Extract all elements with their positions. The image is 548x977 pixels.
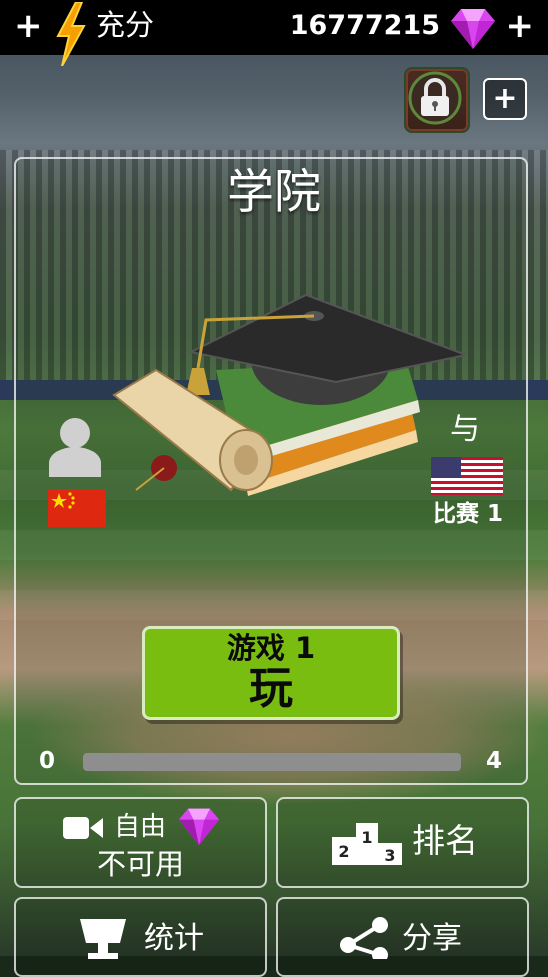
statistics-label: 统计 <box>144 921 204 956</box>
share-label: 分享 <box>402 921 462 956</box>
video-camera-icon <box>63 817 103 839</box>
free-video-button[interactable]: 自由 不可用 <box>14 797 267 888</box>
gem-icon <box>451 9 495 49</box>
usa-flag-icon <box>431 457 503 495</box>
progress-max-label: 4 <box>486 748 503 774</box>
versus-label: 与 <box>450 412 480 447</box>
ranking-label: 排名 <box>412 821 478 860</box>
share-icon <box>340 917 388 959</box>
opponent-match-label: 比赛 1 <box>432 501 503 527</box>
trophy-icon <box>80 919 126 959</box>
play-button[interactable]: 游戏 1 玩 <box>142 626 400 720</box>
statistics-button[interactable]: 统计 <box>14 897 267 977</box>
unavailable-label: 不可用 <box>96 847 184 881</box>
svg-text:3: 3 <box>384 846 395 865</box>
graduation-books-icon <box>112 293 466 496</box>
add-button[interactable]: + <box>483 78 527 120</box>
gems-add-button[interactable]: + <box>506 6 535 46</box>
mode-title: 学院 <box>227 165 321 220</box>
free-label: 自由 <box>114 812 167 842</box>
gems-counter: 16777215 <box>289 10 440 41</box>
padlock-icon <box>408 71 462 125</box>
podium-icon: 2 1 3 <box>332 823 402 865</box>
svg-text:1: 1 <box>361 828 372 847</box>
lock-button[interactable] <box>404 67 470 133</box>
lightning-bolt-icon <box>56 2 86 66</box>
energy-label: 充分 <box>96 8 155 42</box>
gem-icon <box>178 808 220 846</box>
top-bar: + 充分 16777215 + <box>0 0 548 66</box>
flag-stars <box>51 492 75 509</box>
progress-min-label: 0 <box>39 748 56 774</box>
china-flag-icon <box>48 489 106 527</box>
play-label: 玩 <box>249 663 293 714</box>
game-number-label: 游戏 1 <box>226 631 316 665</box>
svg-text:2: 2 <box>338 842 349 861</box>
player-avatar-icon <box>49 418 101 477</box>
energy-add-button[interactable]: + <box>14 6 43 46</box>
progress-bar <box>83 753 461 771</box>
ranking-button[interactable]: 2 1 3 排名 <box>276 797 529 888</box>
share-button[interactable]: 分享 <box>276 897 529 977</box>
